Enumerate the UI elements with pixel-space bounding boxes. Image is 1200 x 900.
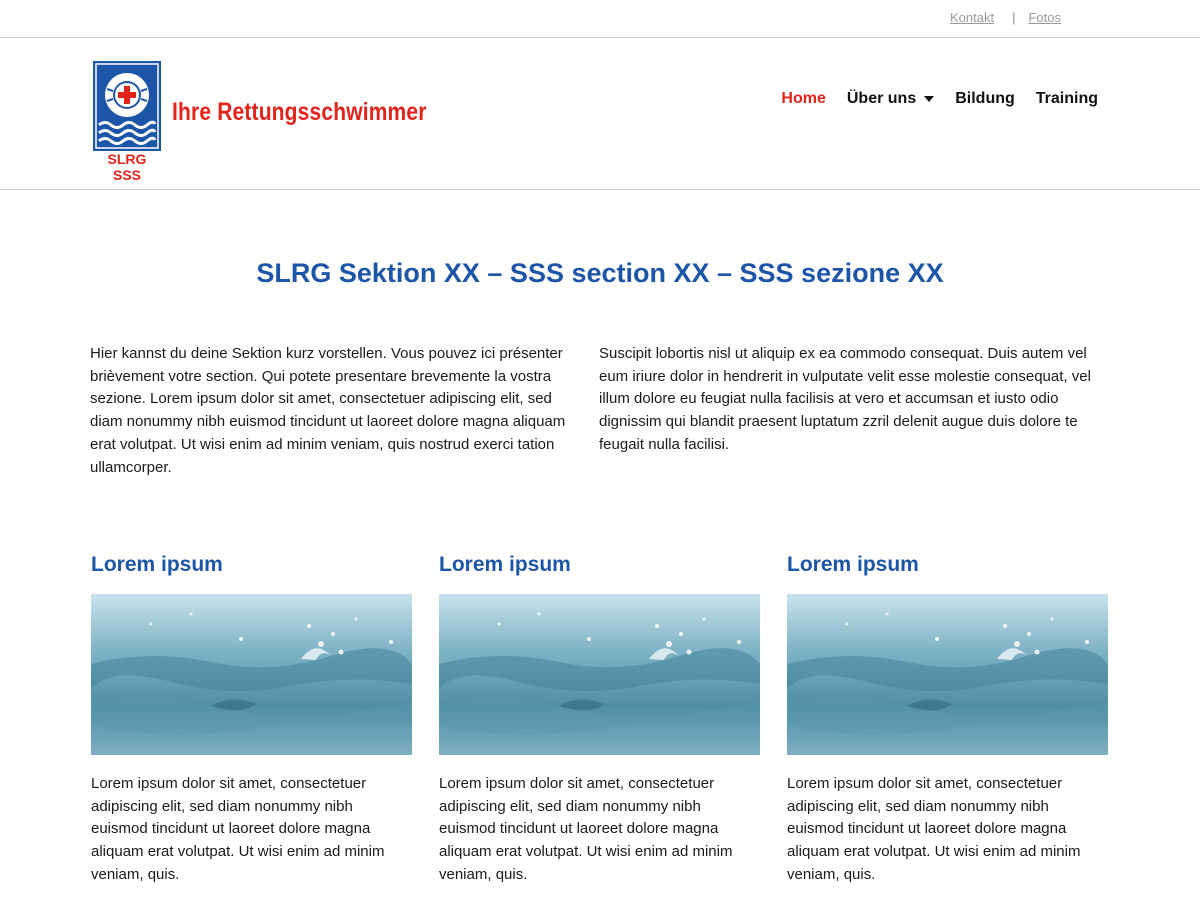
photos-link[interactable]: Fotos bbox=[1028, 10, 1061, 25]
lifebuoy-icon bbox=[93, 61, 161, 151]
teaser-card: Lorem ipsum Lorem ipsum dolor sit amet, … bbox=[439, 550, 760, 887]
site-header: SLRG SSS Ihre Rettungsschwimmer Home Übe… bbox=[0, 38, 1200, 190]
logo-emblem bbox=[93, 61, 161, 151]
nav-item-about-us[interactable]: Über uns bbox=[846, 90, 935, 108]
card-title: Lorem ipsum bbox=[439, 553, 571, 576]
teaser-card: Lorem ipsum Lorem ipsum dolor sit amet, … bbox=[91, 550, 412, 887]
utility-links: Kontakt | Fotos bbox=[950, 10, 1061, 25]
nav-item-education[interactable]: Bildung bbox=[955, 90, 1015, 108]
nav-item-label: Bildung bbox=[955, 90, 1015, 107]
water-splash-image bbox=[439, 594, 760, 755]
utility-separator: | bbox=[1012, 10, 1016, 25]
main-navigation: Home Über uns Bildung Training bbox=[781, 90, 1098, 108]
page-title: SLRG Sektion XX – SSS section XX – SSS s… bbox=[256, 258, 944, 288]
card-text: Lorem ipsum dolor sit amet, consectetuer… bbox=[91, 775, 385, 883]
nav-item-label: Home bbox=[781, 90, 826, 107]
nav-item-home[interactable]: Home bbox=[781, 90, 825, 108]
site-logo[interactable]: SLRG SSS bbox=[93, 61, 163, 183]
water-splash-image bbox=[787, 594, 1108, 755]
nav-item-training[interactable]: Training bbox=[1036, 90, 1098, 108]
intro-text-right: Suscipit lobortis nisl ut aliquip ex ea … bbox=[599, 345, 1091, 453]
nav-item-label: Über uns bbox=[846, 90, 917, 107]
teaser-card: Lorem ipsum Lorem ipsum dolor sit amet, … bbox=[787, 550, 1108, 887]
card-title: Lorem ipsum bbox=[91, 553, 223, 576]
logo-label: SLRG SSS bbox=[107, 151, 147, 183]
top-utility-bar: Kontakt | Fotos bbox=[0, 0, 1200, 38]
card-text: Lorem ipsum dolor sit amet, consectetuer… bbox=[787, 775, 1081, 883]
site-tagline: Ihre Rettungsschwimmer bbox=[172, 98, 427, 126]
card-title: Lorem ipsum bbox=[787, 553, 919, 576]
contact-link[interactable]: Kontakt bbox=[950, 10, 994, 25]
intro-text-left: Hier kannst du deine Sektion kurz vorste… bbox=[90, 345, 566, 476]
nav-item-label: Training bbox=[1035, 90, 1098, 107]
chevron-down-icon bbox=[924, 96, 935, 102]
water-splash-image bbox=[91, 594, 412, 755]
card-text: Lorem ipsum dolor sit amet, consectetuer… bbox=[439, 775, 733, 883]
